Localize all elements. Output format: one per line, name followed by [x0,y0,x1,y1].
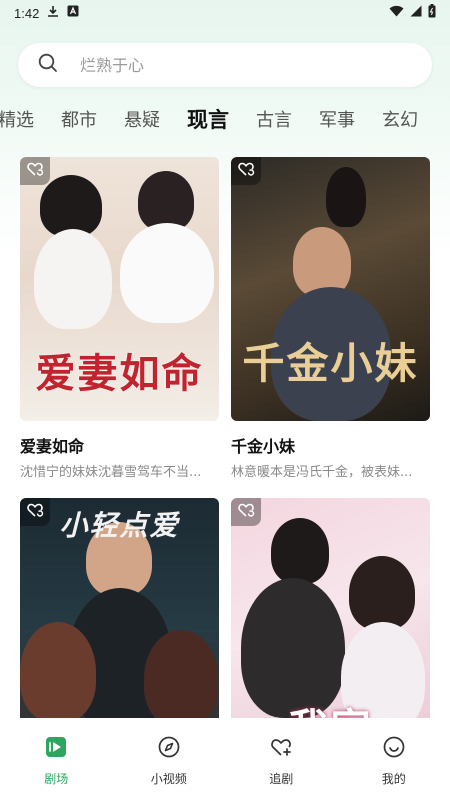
nav-theater[interactable]: 剧场 [16,735,96,787]
search-bar[interactable] [18,43,432,87]
tab-xuanhuan[interactable]: 玄幻 [382,106,418,132]
heart-refresh-icon [237,501,255,523]
nav-label: 我的 [381,772,406,786]
poster-figure [138,171,194,231]
wifi-icon [389,5,404,21]
drama-card[interactable]: 爱妻如命 爱妻如命 沈惜宁的妹妹沈暮雪驾车不当... [20,157,219,480]
poster-figure [20,622,96,722]
category-tabs: 精选 都市 悬疑 现言 古言 军事 玄幻 [0,100,450,138]
heart-refresh-icon [26,160,44,182]
poster-figure [271,518,329,584]
poster-figure [34,229,112,329]
status-bar: 1:42 [0,0,450,26]
drama-poster[interactable]: 爱妻如命 [20,157,219,421]
drama-grid: 爱妻如命 爱妻如命 沈惜宁的妹妹沈暮雪驾车不当... 千金小妹 千金小妹 林意暖… [20,157,430,774]
nav-label: 追剧 [269,772,294,786]
drama-card[interactable]: 千金小妹 千金小妹 林意暖本是冯氏千金，被表妹... [231,157,430,480]
battery-icon [428,4,436,22]
poster-title: 千金小妹 [242,339,419,388]
signal-icon [410,5,422,21]
download-icon [47,5,59,22]
drama-description: 林意暖本是冯氏千金，被表妹... [231,465,413,480]
play-square-icon [44,735,68,762]
nav-following[interactable]: 追剧 [241,735,321,787]
heart-plus-icon [269,735,293,762]
nav-label: 剧场 [44,772,69,786]
poster-figure [326,167,366,227]
poster-figure [349,556,415,630]
tab-xianyan[interactable]: 现言 [187,104,229,134]
poster-figure [293,227,351,297]
collect-badge[interactable] [231,498,261,526]
tab-guyan[interactable]: 古言 [256,106,292,132]
smile-face-icon [382,735,406,762]
drama-title[interactable]: 爱妻如命 [20,433,219,457]
tab-jingxuan[interactable]: 精选 [0,106,34,132]
nav-short-video[interactable]: 小视频 [129,735,209,787]
search-input[interactable] [80,55,380,75]
drama-title[interactable]: 千金小妹 [231,433,430,457]
poster-figure [120,223,214,323]
tab-junshi[interactable]: 军事 [319,106,355,132]
nav-mine[interactable]: 我的 [354,735,434,787]
poster-title: 爱妻如命 [35,350,204,397]
poster-figure [144,630,218,726]
compass-icon [157,735,181,762]
bottom-nav: 剧场 小视频 追剧 我的 [0,718,450,800]
search-icon [38,53,58,77]
drama-poster[interactable]: 千金小妹 [231,157,430,421]
tab-dushi[interactable]: 都市 [61,106,97,132]
status-time: 1:42 [14,5,40,21]
a-box-icon [67,5,79,21]
collect-badge[interactable] [231,157,261,185]
collect-badge[interactable] [20,157,50,185]
tab-xuanyi[interactable]: 悬疑 [124,106,160,132]
poster-title: 小轻点爱 [59,509,180,542]
drama-description: 沈惜宁的妹妹沈暮雪驾车不当... [20,465,202,480]
heart-refresh-icon [237,160,255,182]
nav-label: 小视频 [150,772,187,786]
poster-figure [40,175,102,237]
